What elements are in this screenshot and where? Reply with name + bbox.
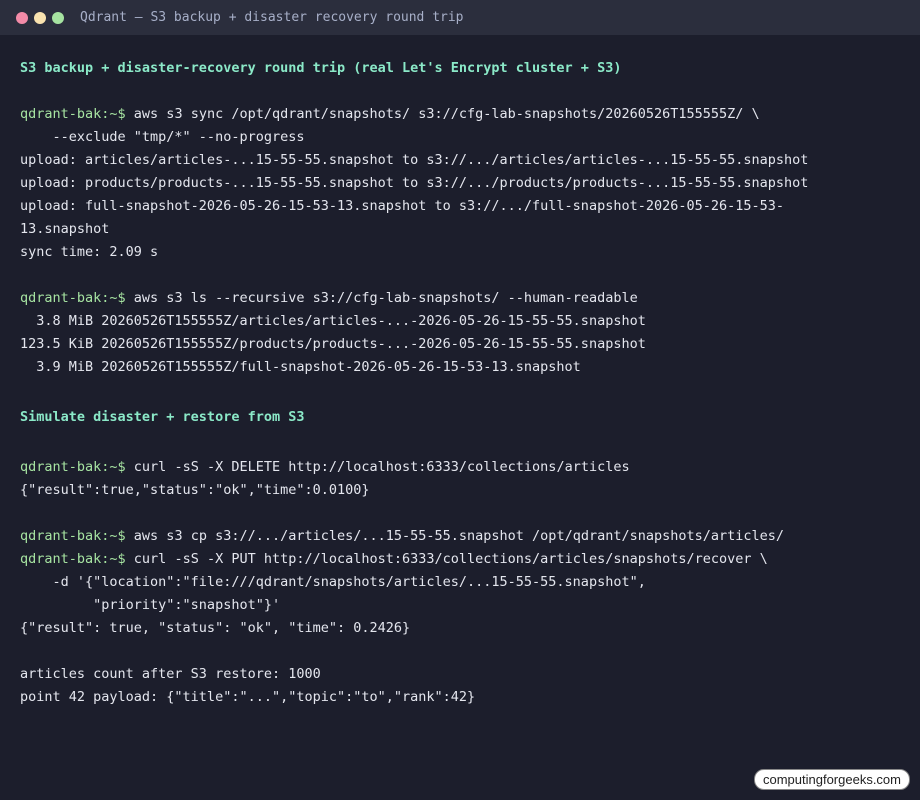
window-title: Qdrant — S3 backup + disaster recovery r… (80, 10, 464, 25)
output-line: 3.9 MiB 20260526T155555Z/full-snapshot-2… (20, 359, 581, 375)
shell-prompt: qdrant-bak:~$ (20, 106, 126, 122)
output-line: {"result":true,"status":"ok","time":0.01… (20, 482, 370, 498)
maximize-window-button[interactable] (52, 11, 64, 24)
output-line: upload: articles/articles-...15-55-55.sn… (20, 152, 809, 168)
command-text: aws s3 sync /opt/qdrant/snapshots/ s3://… (125, 106, 760, 122)
command-text: aws s3 ls --recursive s3://cfg-lab-snaps… (125, 290, 638, 306)
output-line: 13.snapshot (20, 221, 110, 237)
command-continuation: -d '{"location":"file:///qdrant/snapshot… (20, 574, 646, 590)
output-line: 123.5 KiB 20260526T155555Z/products/prod… (20, 336, 646, 352)
output-line: 3.8 MiB 20260526T155555Z/articles/articl… (20, 313, 646, 329)
output-line: sync time: 2.09 s (20, 244, 159, 260)
command-line: qdrant-bak:~$ aws s3 ls --recursive s3:/… (20, 287, 900, 310)
command-text: aws s3 cp s3://.../articles/...15-55-55.… (125, 528, 785, 544)
shell-prompt: qdrant-bak:~$ (20, 528, 126, 544)
output-line: {"result": true, "status": "ok", "time":… (20, 620, 411, 636)
shell-prompt: qdrant-bak:~$ (20, 551, 126, 567)
output-line: articles count after S3 restore: 1000 (20, 666, 321, 682)
terminal-window: Qdrant — S3 backup + disaster recovery r… (0, 0, 920, 800)
command-text: curl -sS -X DELETE http://localhost:6333… (125, 459, 630, 475)
minimize-window-button[interactable] (34, 11, 46, 24)
command-line: qdrant-bak:~$ aws s3 sync /opt/qdrant/sn… (20, 103, 900, 126)
command-continuation: "priority":"snapshot"}' (20, 597, 281, 613)
shell-prompt: qdrant-bak:~$ (20, 290, 126, 306)
title-bar: Qdrant — S3 backup + disaster recovery r… (0, 0, 920, 35)
close-window-button[interactable] (16, 11, 28, 24)
output-line: upload: products/products-...15-55-55.sn… (20, 175, 809, 191)
terminal-output[interactable]: S3 backup + disaster-recovery round trip… (0, 35, 920, 709)
output-line: upload: full-snapshot-2026-05-26-15-53-1… (20, 198, 785, 214)
command-line: qdrant-bak:~$ curl -sS -X DELETE http://… (20, 456, 900, 479)
watermark-badge: computingforgeeks.com (753, 769, 910, 790)
command-line: qdrant-bak:~$ curl -sS -X PUT http://loc… (20, 548, 900, 571)
command-line: qdrant-bak:~$ aws s3 cp s3://.../article… (20, 525, 900, 548)
command-continuation: --exclude "tmp/*" --no-progress (20, 129, 305, 145)
output-line: point 42 payload: {"title":"...","topic"… (20, 689, 476, 705)
section-heading: S3 backup + disaster-recovery round trip… (20, 60, 622, 76)
shell-prompt: qdrant-bak:~$ (20, 459, 126, 475)
command-text: curl -sS -X PUT http://localhost:6333/co… (125, 551, 768, 567)
section-heading: Simulate disaster + restore from S3 (20, 409, 305, 425)
